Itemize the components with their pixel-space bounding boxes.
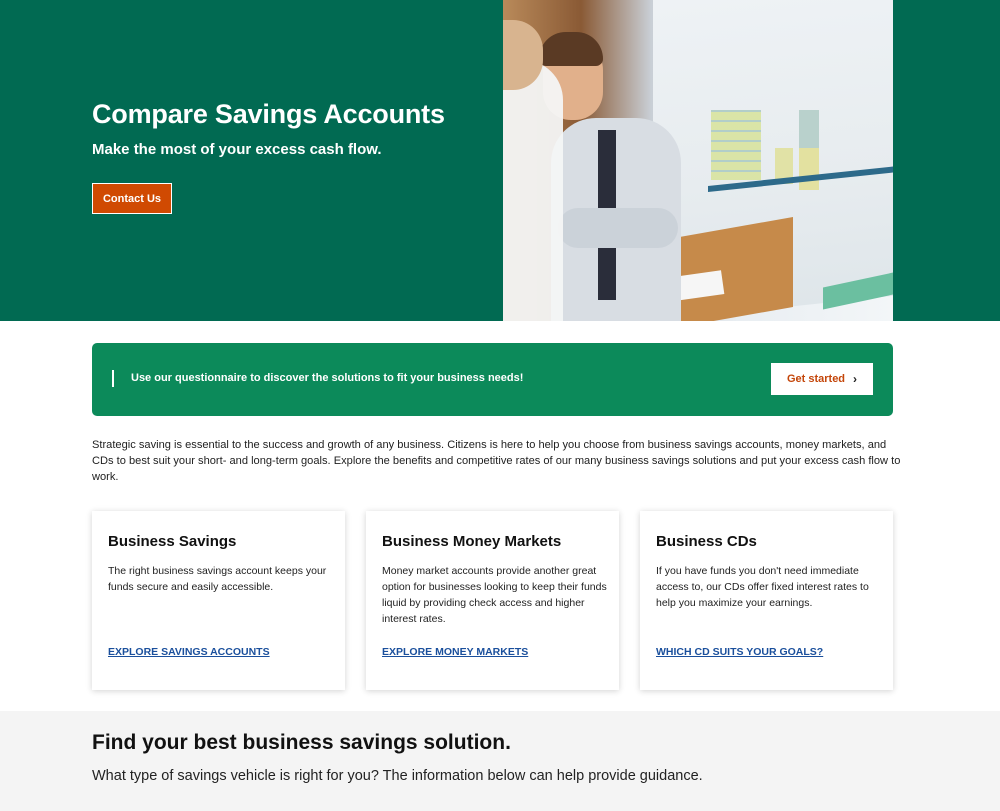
hero-image <box>503 0 893 321</box>
banner-text: Use our questionnaire to discover the so… <box>131 372 524 384</box>
card-business-cds: Business CDs If you have funds you don't… <box>640 511 893 690</box>
intro-paragraph: Strategic saving is essential to the suc… <box>92 439 901 483</box>
card-body: If you have funds you don't need immedia… <box>656 565 869 609</box>
hero-image-chart-grid <box>711 110 761 180</box>
explore-money-markets-link[interactable]: EXPLORE MONEY MARKETS <box>382 646 528 658</box>
hero-image-hair <box>539 32 603 66</box>
card-title: Business Savings <box>108 533 237 550</box>
hero-image-arms <box>558 208 678 248</box>
banner-divider <box>112 370 114 387</box>
explore-savings-accounts-link[interactable]: EXPLORE SAVINGS ACCOUNTS <box>108 646 270 658</box>
card-business-money-markets: Business Money Markets Money market acco… <box>366 511 619 690</box>
get-started-label: Get started <box>786 373 846 385</box>
hero-image-foreground-person <box>503 60 563 321</box>
savings-solution-section: Find your best business savings solution… <box>0 711 1000 811</box>
section-title: Find your best business savings solution… <box>92 731 511 754</box>
contact-us-button[interactable]: Contact Us <box>92 183 172 214</box>
card-body: The right business savings account keeps… <box>108 565 327 593</box>
questionnaire-banner: Use our questionnaire to discover the so… <box>92 343 893 416</box>
hero-text: Compare Savings Accounts Make the most o… <box>92 96 492 214</box>
page-title: Compare Savings Accounts <box>92 99 445 129</box>
hero-image-chart-bar <box>799 148 819 190</box>
card-title: Business Money Markets <box>382 533 562 550</box>
hero-subtitle: Make the most of your excess cash flow. <box>92 141 382 158</box>
chevron-right-icon: › <box>853 372 858 386</box>
hero-section: Compare Savings Accounts Make the most o… <box>0 0 1000 321</box>
which-cd-suits-your-goals-link[interactable]: WHICH CD SUITS YOUR GOALS? <box>656 646 823 658</box>
card-body: Money market accounts provide another gr… <box>382 565 607 625</box>
card-business-savings: Business Savings The right business savi… <box>92 511 345 690</box>
card-title: Business CDs <box>656 533 757 550</box>
section-subtitle: What type of savings vehicle is right fo… <box>92 768 703 784</box>
get-started-button[interactable]: Get started › <box>771 363 873 395</box>
